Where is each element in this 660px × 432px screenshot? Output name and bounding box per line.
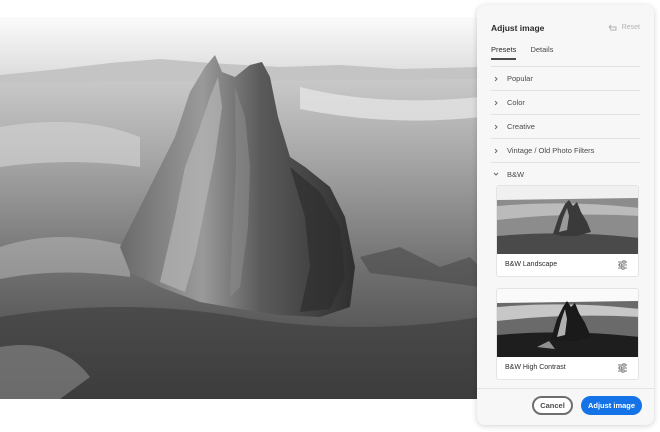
preset-bw-landscape[interactable]: B&W Landscape <box>496 185 639 277</box>
adjust-image-button[interactable]: Adjust image <box>581 396 642 415</box>
reset-label: Reset <box>621 23 640 31</box>
main-photo <box>0 17 480 399</box>
preset-thumbnail <box>497 186 638 254</box>
sliders-icon[interactable] <box>617 363 628 373</box>
sliders-icon[interactable] <box>617 260 628 270</box>
category-popular[interactable]: Popular <box>491 67 640 91</box>
cancel-button[interactable]: Cancel <box>532 396 573 415</box>
preset-bw-high-contrast[interactable]: B&W High Contrast <box>496 288 639 380</box>
preset-label: B&W High Contrast <box>505 364 566 371</box>
chevron-right-icon <box>491 122 501 132</box>
panel-tabs: Presets Details <box>491 45 553 60</box>
chevron-right-icon <box>491 98 501 108</box>
tab-details[interactable]: Details <box>530 45 553 60</box>
adjust-image-panel: Adjust image Reset Presets Details Popul… <box>477 5 654 425</box>
category-label: Creative <box>507 122 535 131</box>
chevron-down-icon <box>491 169 501 179</box>
category-color[interactable]: Color <box>491 91 640 115</box>
category-label: Popular <box>507 74 533 83</box>
rock-landscape-image <box>0 17 480 399</box>
tab-presets[interactable]: Presets <box>491 45 517 60</box>
category-bw[interactable]: B&W <box>491 162 640 186</box>
category-label: Vintage / Old Photo Filters <box>507 146 595 155</box>
chevron-right-icon <box>491 146 501 156</box>
chevron-right-icon <box>491 74 501 84</box>
category-creative[interactable]: Creative <box>491 115 640 139</box>
preset-thumbnail <box>497 289 638 357</box>
preset-label: B&W Landscape <box>505 261 558 268</box>
category-vintage[interactable]: Vintage / Old Photo Filters <box>491 139 640 163</box>
reset-button[interactable]: Reset <box>608 23 640 31</box>
panel-title: Adjust image <box>491 23 545 33</box>
category-label: Color <box>507 98 525 107</box>
reset-icon <box>608 24 617 31</box>
footer-divider <box>477 388 654 389</box>
category-label: B&W <box>507 169 525 179</box>
